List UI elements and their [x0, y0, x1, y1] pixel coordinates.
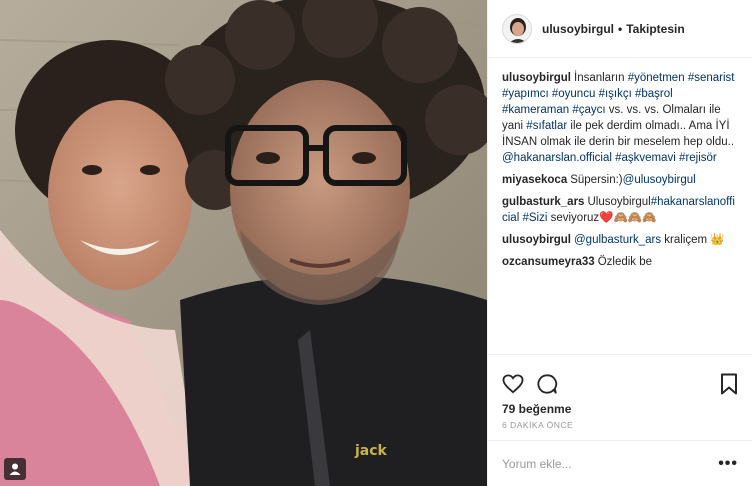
comment-link[interactable]: #oyuncu [552, 88, 595, 100]
comment-item: gulbasturk_ars Ulusoybirgul#hakanarslanof… [502, 194, 738, 226]
user-tag-icon [9, 463, 21, 475]
comment-bubble-icon[interactable] [536, 373, 558, 395]
comment-list: ulusoybirgul İnsanların #yönetmen #senari… [488, 58, 752, 354]
comment-username[interactable]: ulusoybirgul [502, 72, 571, 84]
comment-item: ulusoybirgul İnsanların #yönetmen #senari… [502, 70, 738, 166]
comment-text: Süpersin:) [570, 174, 623, 186]
comment-username[interactable]: ulusoybirgul [502, 234, 571, 246]
comment-username[interactable]: miyasekoca [502, 174, 567, 186]
comment-link[interactable]: #ışıkçı [599, 88, 632, 100]
instagram-post: jack ulusoybirgul • Takiptesin ulusoybir… [0, 0, 752, 486]
comment-link[interactable]: #yönetmen [628, 72, 685, 84]
avatar-image [503, 14, 531, 43]
header-separator: • [618, 21, 623, 36]
comment-text: Özledik be [597, 256, 653, 268]
like-count[interactable]: 79 beğenme [488, 402, 752, 416]
follow-status[interactable]: Takiptesin [626, 22, 684, 36]
comment-link[interactable]: #rejisör [679, 152, 717, 164]
selfie-illustration: jack [0, 0, 487, 486]
comment-input[interactable] [502, 456, 719, 471]
more-options-icon[interactable]: ••• [718, 455, 738, 473]
post-sidebar: ulusoybirgul • Takiptesin ulusoybirgul İn… [487, 0, 752, 486]
comment-link[interactable]: #yapımcı [502, 88, 549, 100]
heart-icon[interactable] [502, 373, 524, 394]
comment-link[interactable]: #sıfatlar [526, 120, 567, 132]
header-username[interactable]: ulusoybirgul [542, 22, 614, 36]
comment-link[interactable]: #kameraman [502, 104, 569, 116]
comment-text: İnsanların [574, 72, 628, 84]
comment-item: miyasekoca Süpersin:)@ulusoybirgul [502, 172, 738, 188]
user-tag-badge[interactable] [4, 458, 26, 480]
comment-link[interactable]: #başrol [635, 88, 673, 100]
bookmark-icon[interactable] [720, 373, 738, 395]
comment-link[interactable]: @ulusoybirgul [623, 174, 696, 186]
comment-link[interactable]: #Sizi [522, 212, 547, 224]
comment-username[interactable]: ozcansumeyra33 [502, 256, 595, 268]
comment-username[interactable]: gulbasturk_ars [502, 196, 584, 208]
comment-link[interactable]: #senarist [688, 72, 735, 84]
post-header: ulusoybirgul • Takiptesin [488, 0, 752, 58]
avatar[interactable] [502, 13, 532, 44]
comment-item: ulusoybirgul @gulbasturk_ars kraliçem 👑 [502, 232, 738, 248]
comment-text: seviyoruz❤️🙈🙈🙈 [547, 212, 657, 224]
comment-link[interactable]: #aşkvemavi [615, 152, 676, 164]
add-comment-bar: ••• [488, 440, 752, 486]
comment-text: kraliçem 👑 [661, 234, 725, 246]
comment-item: ozcansumeyra33 Özledik be [502, 254, 738, 270]
action-bar [488, 354, 752, 406]
post-timestamp: 6 DAKİKA ÖNCE [502, 420, 574, 430]
comment-link[interactable]: @gulbasturk_ars [574, 234, 661, 246]
comment-text: Ulusoybirgul [587, 196, 651, 208]
comment-link[interactable]: #çaycı [572, 104, 605, 116]
comment-link[interactable]: @hakanarslan.official [502, 152, 612, 164]
post-photo[interactable]: jack [0, 0, 487, 486]
svg-text:jack: jack [354, 443, 388, 459]
